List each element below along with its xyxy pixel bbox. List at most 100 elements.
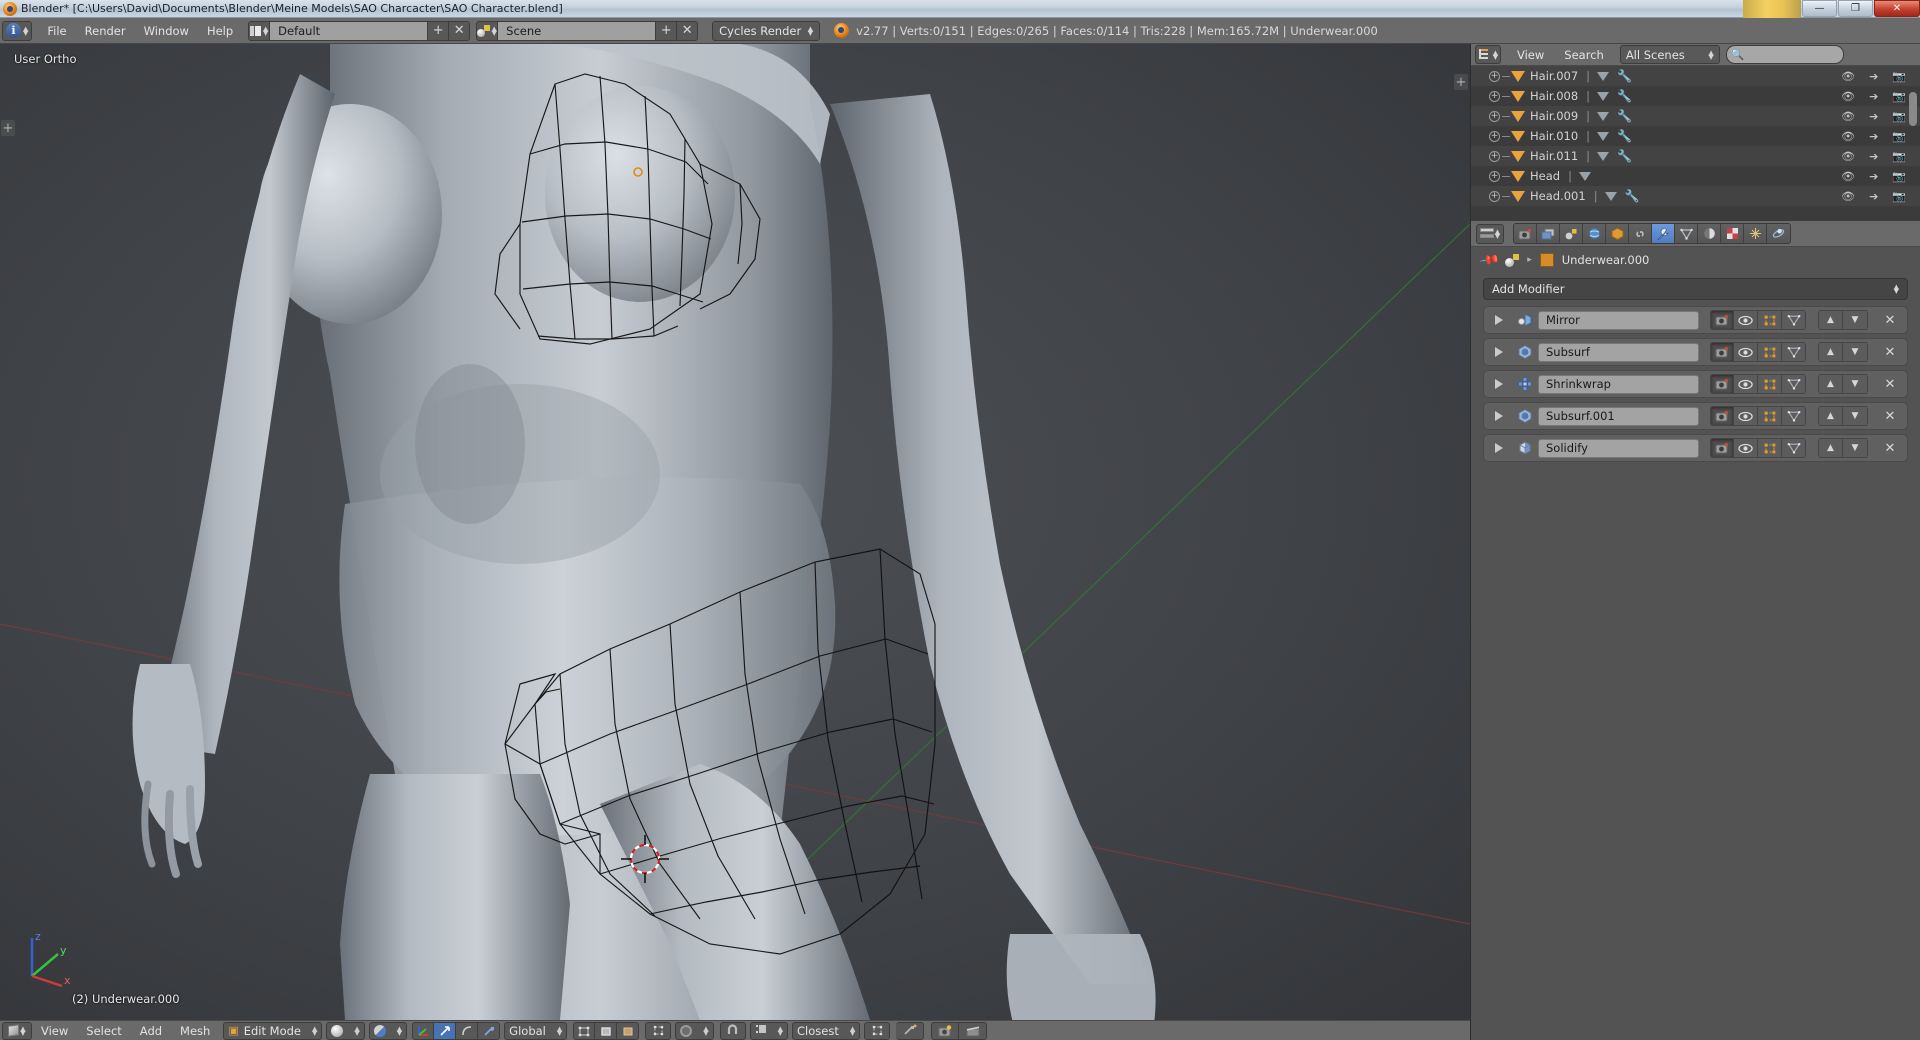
edit-mode-toggle-icon[interactable]: [1758, 374, 1782, 394]
renderable-camera-icon[interactable]: 📷: [1892, 170, 1906, 183]
modifier-name-field[interactable]: Shrinkwrap: [1538, 374, 1699, 394]
selectable-arrow-icon[interactable]: ➔: [1869, 70, 1878, 83]
visibility-eye-icon[interactable]: 👁: [1841, 150, 1855, 163]
add-screen-button[interactable]: +: [428, 20, 450, 41]
outliner-menu-view[interactable]: View: [1507, 45, 1554, 65]
editor-type-selector-outliner[interactable]: ▲ ▼: [1475, 45, 1501, 64]
mesh-data-icon[interactable]: [1597, 71, 1610, 81]
snap-onto-self-icon[interactable]: [864, 1021, 891, 1040]
render-toggle-icon[interactable]: [1710, 342, 1734, 362]
delete-modifier-button[interactable]: ✕: [1879, 406, 1901, 426]
selectable-arrow-icon[interactable]: ➔: [1869, 190, 1878, 203]
transform-orientation-selector[interactable]: Global ▲ ▼: [504, 1021, 568, 1040]
selectable-arrow-icon[interactable]: ➔: [1869, 130, 1878, 143]
close-button[interactable]: ✕: [1874, 0, 1920, 17]
open-properties-region-button[interactable]: +: [1454, 74, 1468, 90]
selectable-arrow-icon[interactable]: ➔: [1869, 110, 1878, 123]
realtime-eye-toggle-icon[interactable]: [1734, 374, 1758, 394]
edge-select-icon[interactable]: [595, 1021, 618, 1040]
render-layers-tab[interactable]: [1537, 224, 1560, 243]
manipulator-toggle-icon[interactable]: [412, 1021, 435, 1040]
render-engine-selector[interactable]: Cycles Render ▲ ▼: [712, 20, 821, 41]
renderable-camera-icon[interactable]: 📷: [1892, 110, 1906, 123]
wrench-icon[interactable]: 🔧: [1617, 129, 1632, 143]
move-modifier-up-button[interactable]: ▲: [1818, 310, 1843, 330]
mesh-data-icon[interactable]: [1597, 91, 1610, 101]
data-tab[interactable]: [1675, 224, 1698, 243]
outliner-display-mode[interactable]: All Scenes ▲ ▼: [1619, 45, 1720, 64]
expand-triangle-icon[interactable]: [1495, 315, 1503, 325]
visibility-eye-icon[interactable]: 👁: [1841, 130, 1855, 143]
constraints-tab[interactable]: [1629, 224, 1652, 243]
viewport-shading-selector[interactable]: ▲ ▼: [326, 1021, 365, 1040]
move-modifier-up-button[interactable]: ▲: [1818, 438, 1843, 458]
realtime-eye-toggle-icon[interactable]: [1734, 310, 1758, 330]
3d-viewport[interactable]: User Ortho (2) Underwear.000 + + z y x: [0, 44, 1470, 1020]
expand-toggle-icon[interactable]: +: [1489, 170, 1500, 182]
realtime-eye-toggle-icon[interactable]: [1734, 406, 1758, 426]
scene-icon[interactable]: ▲ ▼: [476, 20, 499, 41]
outliner-row[interactable]: + Head.001 | 🔧 👁 ➔ 📷: [1471, 186, 1920, 206]
move-modifier-up-button[interactable]: ▲: [1818, 406, 1843, 426]
menu-help[interactable]: Help: [198, 20, 242, 42]
snap-element-selector[interactable]: ▲ ▼: [749, 1021, 789, 1040]
render-image-icon[interactable]: [931, 1021, 960, 1040]
outliner-row[interactable]: + Head | 👁 ➔ 📷: [1471, 166, 1920, 186]
open-toolshelf-button[interactable]: +: [1, 120, 15, 136]
move-modifier-up-button[interactable]: ▲: [1818, 342, 1843, 362]
on-cage-toggle-icon[interactable]: [1782, 310, 1806, 330]
edit-mode-toggle-icon[interactable]: [1758, 342, 1782, 362]
render-toggle-icon[interactable]: [1710, 438, 1734, 458]
outliner-row[interactable]: + Hair.009 | 🔧 👁 ➔ 📷: [1471, 106, 1920, 126]
snap-target-selector[interactable]: Closest ▲ ▼: [792, 1021, 861, 1040]
modifier-name-field[interactable]: Subsurf: [1538, 342, 1699, 362]
breadcrumb-object-name[interactable]: Underwear.000: [1562, 253, 1650, 267]
outliner-object-name[interactable]: Hair.009: [1530, 109, 1578, 123]
modifier-name-field[interactable]: Subsurf.001: [1538, 406, 1699, 426]
scene-name[interactable]: Scene: [498, 20, 657, 41]
visibility-eye-icon[interactable]: 👁: [1841, 90, 1855, 103]
scale-manipulator-icon[interactable]: [478, 1021, 501, 1040]
menu-add[interactable]: Add: [131, 1022, 171, 1040]
physics-tab[interactable]: [1767, 224, 1790, 243]
expand-toggle-icon[interactable]: +: [1489, 130, 1500, 142]
delete-modifier-button[interactable]: ✕: [1879, 342, 1901, 362]
editor-type-selector-properties[interactable]: ▲ ▼: [1476, 223, 1504, 244]
move-modifier-up-button[interactable]: ▲: [1818, 374, 1843, 394]
menu-window[interactable]: Window: [135, 20, 198, 42]
outliner-scrollbar[interactable]: [1909, 92, 1917, 126]
add-scene-button[interactable]: +: [656, 20, 678, 41]
on-cage-toggle-icon[interactable]: [1782, 438, 1806, 458]
outliner-object-name[interactable]: Head.001: [1530, 189, 1586, 203]
menu-select[interactable]: Select: [77, 1022, 130, 1040]
renderable-camera-icon[interactable]: 📷: [1892, 130, 1906, 143]
modifier-panel[interactable]: Subsurf ▲ ▼ ✕: [1483, 338, 1908, 366]
particles-tab[interactable]: [1744, 224, 1767, 243]
expand-toggle-icon[interactable]: +: [1489, 150, 1500, 162]
outliner-row[interactable]: + Hair.010 | 🔧 👁 ➔ 📷: [1471, 126, 1920, 146]
modifier-name-field[interactable]: Solidify: [1538, 438, 1699, 458]
delete-scene-button[interactable]: ✕: [677, 20, 699, 41]
selectable-arrow-icon[interactable]: ➔: [1869, 150, 1878, 163]
wrench-icon[interactable]: 🔧: [1617, 89, 1632, 103]
outliner-object-name[interactable]: Hair.010: [1530, 129, 1578, 143]
face-select-icon[interactable]: [617, 1021, 640, 1040]
expand-toggle-icon[interactable]: +: [1489, 70, 1500, 82]
texture-tab[interactable]: [1721, 224, 1744, 243]
screen-layout-icon[interactable]: ▲ ▼: [248, 20, 271, 41]
pivot-point-icon[interactable]: [896, 1021, 925, 1040]
on-cage-toggle-icon[interactable]: [1782, 374, 1806, 394]
delete-modifier-button[interactable]: ✕: [1879, 374, 1901, 394]
modifier-panel[interactable]: Subsurf.001 ▲ ▼ ✕: [1483, 402, 1908, 430]
expand-triangle-icon[interactable]: [1495, 411, 1503, 421]
visibility-eye-icon[interactable]: 👁: [1841, 190, 1855, 203]
outliner-row[interactable]: + Hair.008 | 🔧 👁 ➔ 📷: [1471, 86, 1920, 106]
renderable-camera-icon[interactable]: 📷: [1892, 90, 1906, 103]
editor-type-selector-3dview[interactable]: ▲ ▼: [2, 1021, 32, 1040]
selectable-arrow-icon[interactable]: ➔: [1869, 170, 1878, 183]
expand-triangle-icon[interactable]: [1495, 379, 1503, 389]
scene-icon[interactable]: [1505, 253, 1520, 267]
move-modifier-down-button[interactable]: ▼: [1843, 310, 1868, 330]
outliner-object-name[interactable]: Hair.007: [1530, 69, 1578, 83]
mesh-data-icon[interactable]: [1604, 191, 1617, 201]
